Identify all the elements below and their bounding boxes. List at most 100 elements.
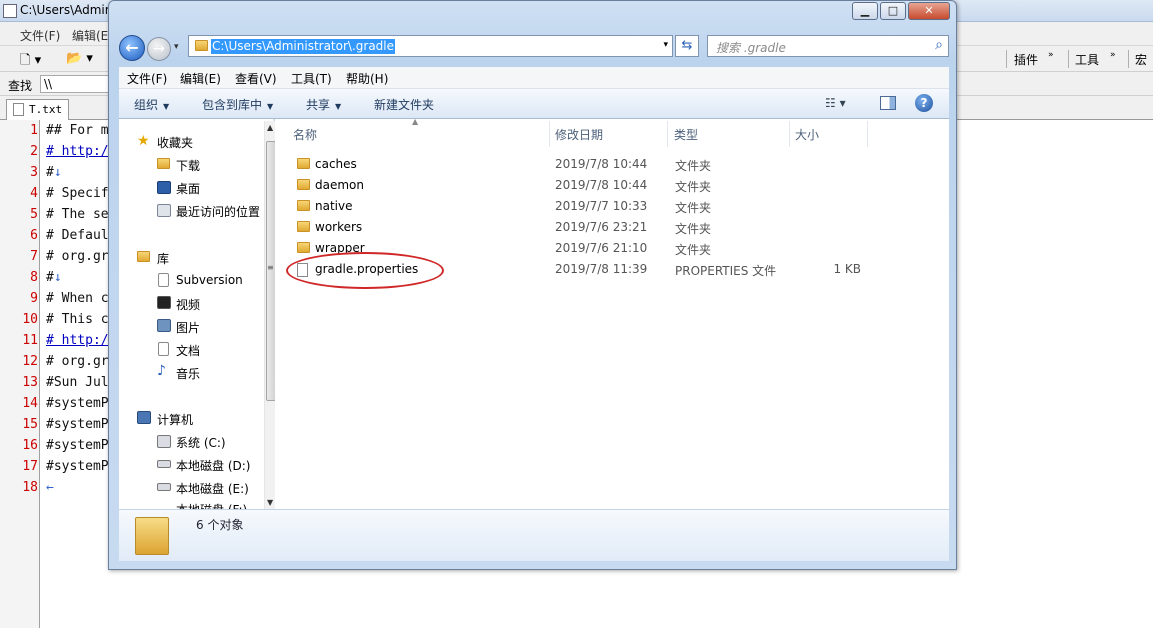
nav-drive-f[interactable]: 本地磁盘 (F:) [176, 501, 247, 509]
help-icon[interactable]: ? [915, 94, 933, 112]
file-row[interactable]: workers 2019/7/6 23:21 文件夹 [119, 217, 793, 238]
scroll-down-icon[interactable]: ▼ [267, 498, 273, 507]
line-number: 6 [30, 228, 38, 243]
column-divider[interactable] [667, 121, 668, 147]
column-header-type[interactable]: 类型 [674, 126, 698, 143]
code-line[interactable]: #systemP [46, 417, 109, 432]
star-icon: ★ [137, 133, 150, 149]
code-line[interactable]: # This c [46, 312, 109, 327]
music-icon: ♪ [157, 363, 166, 379]
bg-menu-edit[interactable]: 编辑(E [72, 27, 108, 44]
column-divider[interactable] [867, 121, 868, 147]
nav-computer[interactable]: 计算机 [157, 411, 193, 428]
bg-menu-file[interactable]: 文件(F) [20, 27, 60, 44]
folder-icon [135, 517, 169, 555]
plugins-menu[interactable]: 插件 [1014, 51, 1038, 68]
code-line[interactable]: #↓ [46, 270, 62, 285]
refresh-button[interactable]: ⇆ [675, 35, 699, 57]
column-header-date[interactable]: 修改日期 [555, 126, 603, 143]
code-line[interactable]: #systemP [46, 459, 109, 474]
recent-pages-dropdown-icon[interactable]: ▾ [174, 42, 179, 52]
include-in-library-button[interactable]: 包含到库中 ▼ [202, 96, 273, 113]
sort-arrow-icon: ▲ [412, 117, 419, 126]
menu-tools[interactable]: 工具(T) [291, 70, 332, 87]
document-icon [13, 103, 24, 116]
code-line[interactable]: # http:/ [46, 144, 109, 159]
address-text[interactable]: C:\Users\Administrator\.gradle [211, 39, 396, 54]
column-divider[interactable] [549, 121, 550, 147]
forward-button[interactable]: → [147, 37, 171, 61]
code-line[interactable]: ← [46, 480, 54, 495]
preview-pane-icon[interactable] [880, 96, 896, 110]
folder-icon [297, 158, 310, 169]
menu-help[interactable]: 帮助(H) [346, 70, 388, 87]
code-line[interactable]: #systemP [46, 396, 109, 411]
line-number: 12 [22, 354, 38, 369]
nav-pictures[interactable]: 图片 [176, 319, 200, 336]
menu-edit[interactable]: 编辑(E) [180, 70, 221, 87]
nav-drive-d[interactable]: 本地磁盘 (D:) [176, 457, 250, 474]
share-button[interactable]: 共享 ▼ [306, 96, 341, 113]
address-bar[interactable]: C:\Users\Administrator\.gradle ▾ [188, 35, 673, 57]
nav-videos[interactable]: 视频 [176, 296, 200, 313]
chevron-down-icon[interactable]: ▾ [663, 40, 668, 50]
code-line[interactable]: # When c [46, 291, 109, 306]
code-line[interactable]: # org.gr [46, 249, 109, 264]
folder-icon [297, 221, 310, 232]
code-line[interactable]: #systemP [46, 438, 109, 453]
code-line-text: # [46, 270, 54, 285]
file-row[interactable]: caches 2019/7/8 10:44 文件夹 [119, 154, 793, 175]
menu-file[interactable]: 文件(F) [127, 70, 167, 87]
nav-drive-c[interactable]: 系统 (C:) [176, 434, 226, 451]
close-button[interactable]: ✕ [908, 2, 950, 20]
chevron-right-icon[interactable]: » [1048, 50, 1054, 60]
file-size: 1 KB [833, 262, 861, 276]
code-line-text: # Defaul [46, 228, 109, 243]
line-number: 9 [30, 291, 38, 306]
code-line[interactable]: #↓ [46, 165, 62, 180]
search-input[interactable]: 搜索 .gradle ⌕ [707, 35, 949, 57]
maximize-button[interactable]: □ [880, 2, 906, 20]
nav-music[interactable]: 音乐 [176, 365, 200, 382]
nav-drive-e[interactable]: 本地磁盘 (E:) [176, 480, 249, 497]
column-header-size[interactable]: 大小 [795, 126, 819, 143]
file-tab[interactable]: T.txt [6, 99, 70, 120]
nav-documents[interactable]: 文档 [176, 342, 200, 359]
column-header-name[interactable]: 名称 [293, 126, 317, 143]
minimize-button[interactable]: ▁ [852, 2, 878, 20]
tools-menu[interactable]: 工具 [1075, 51, 1099, 68]
folder-icon [297, 242, 310, 253]
code-line[interactable]: # Specif [46, 186, 109, 201]
nav-favorites[interactable]: 收藏夹 [157, 134, 193, 151]
organize-button[interactable]: 组织 ▼ [134, 96, 169, 113]
pictures-icon [157, 319, 171, 332]
macro-menu[interactable]: 宏 [1135, 51, 1147, 68]
new-file-icon[interactable]: 🗋 ▾ [20, 51, 41, 73]
file-row[interactable]: gradle.properties 2019/7/8 11:39 PROPERTIE… [119, 259, 861, 280]
file-row[interactable]: daemon 2019/7/8 10:44 文件夹 [119, 175, 793, 196]
back-button[interactable]: ← [119, 35, 145, 61]
code-line[interactable]: # The se [46, 207, 109, 222]
open-file-icon[interactable]: 📂 ▾ [66, 51, 93, 66]
line-number: 4 [30, 186, 38, 201]
code-line[interactable]: # http:/ [46, 333, 109, 348]
code-line[interactable]: # Defaul [46, 228, 109, 243]
column-divider[interactable] [789, 121, 790, 147]
code-line[interactable]: ## For m [46, 123, 109, 138]
file-date: 2019/7/8 10:44 [555, 157, 648, 171]
code-line[interactable]: #Sun Jul [46, 375, 109, 390]
code-line[interactable]: # org.gr [46, 354, 109, 369]
code-line-text: # The se [46, 207, 109, 222]
file-row[interactable]: native 2019/7/7 10:33 文件夹 [119, 196, 793, 217]
search-icon[interactable]: ⌕ [935, 37, 943, 53]
view-options-icon[interactable]: ☷ ▾ [825, 96, 846, 110]
code-line-text: #systemP [46, 438, 109, 453]
new-folder-button[interactable]: 新建文件夹 [374, 96, 434, 113]
menu-view[interactable]: 查看(V) [235, 70, 277, 87]
file-row[interactable]: wrapper 2019/7/6 21:10 文件夹 [119, 238, 793, 259]
chevron-right-icon[interactable]: » [1110, 50, 1116, 60]
code-line-text: # org.gr [46, 354, 109, 369]
scroll-up-icon[interactable]: ▲ [267, 123, 273, 132]
find-input[interactable]: \\ [40, 75, 110, 93]
toolbar-separator [1068, 50, 1069, 68]
